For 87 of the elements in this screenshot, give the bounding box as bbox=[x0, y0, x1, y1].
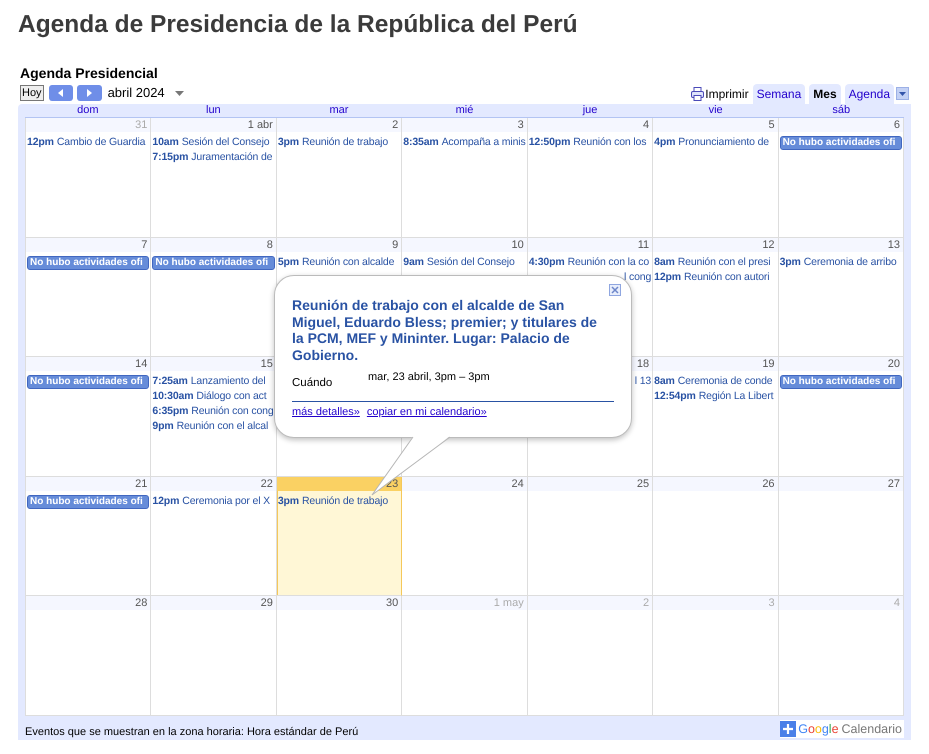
date-number: 10 bbox=[511, 238, 524, 252]
event-entry[interactable]: 9am Sesión del Consejo bbox=[402, 254, 515, 270]
more-details-link[interactable]: más detalles» bbox=[292, 406, 360, 419]
date-number: 25 bbox=[636, 476, 650, 491]
date-number: 30 bbox=[386, 596, 398, 610]
triangle-left-icon bbox=[58, 89, 64, 97]
date-number: 22 bbox=[260, 476, 273, 491]
date-number: 1 abr bbox=[248, 118, 273, 132]
event-entry[interactable]: 3pm Reunión de trabajo bbox=[276, 494, 388, 509]
event-entry[interactable]: 9pm Reunión con el alcal bbox=[151, 419, 268, 434]
view-tab[interactable]: Semana bbox=[752, 84, 806, 104]
weekday-label: jue bbox=[582, 104, 598, 117]
previous-button[interactable] bbox=[48, 85, 73, 101]
event-entry[interactable]: 12:54pm Región La Libert bbox=[653, 389, 774, 404]
weekday-label: dom bbox=[77, 104, 98, 117]
date-number: 2 bbox=[643, 596, 650, 610]
when-label: Cuándo bbox=[292, 377, 332, 389]
date-number: 13 bbox=[888, 238, 900, 252]
event-entry[interactable]: 8am Ceremonia de conde bbox=[653, 374, 772, 390]
date-number: 15 bbox=[260, 357, 273, 372]
date-number: 26 bbox=[762, 476, 775, 491]
date-number: 21 bbox=[135, 476, 148, 491]
date-number: 8 bbox=[266, 238, 273, 252]
date-number: 29 bbox=[260, 596, 273, 610]
date-number: 24 bbox=[511, 476, 524, 491]
google-calendar-badge[interactable]: Google Calendario bbox=[780, 720, 904, 738]
date-number: 28 bbox=[135, 596, 148, 610]
dropdown-caret-icon[interactable] bbox=[174, 90, 184, 96]
date-number: 9 bbox=[392, 238, 398, 252]
weekday-label: vie bbox=[708, 104, 723, 117]
event-entry[interactable]: l cong bbox=[624, 270, 652, 285]
event-entry[interactable]: 7:25am Lanzamiento del bbox=[151, 374, 266, 390]
today-button[interactable]: Hoy bbox=[20, 85, 44, 101]
date-number: 7 bbox=[141, 238, 148, 252]
date-number: 19 bbox=[762, 357, 775, 372]
weekday-label: mar bbox=[329, 104, 348, 117]
event-entry[interactable]: 3pm Reunión de trabajo bbox=[276, 135, 388, 150]
event-entry[interactable]: 12:50pm Reunión con los bbox=[528, 135, 646, 150]
date-number: 2 bbox=[392, 118, 398, 132]
event-entry[interactable]: 4:30pm Reunión con la co bbox=[528, 254, 650, 270]
date-number: 14 bbox=[135, 357, 148, 372]
date-number: 20 bbox=[888, 357, 900, 372]
date-number: 3 bbox=[518, 118, 524, 132]
event-entry[interactable]: l 13 bbox=[634, 374, 652, 390]
printer-icon bbox=[691, 87, 704, 101]
weekday-label: mié bbox=[456, 104, 474, 117]
event-entry[interactable]: 12pm Cambio de Guardia bbox=[26, 135, 146, 150]
view-menu-button[interactable] bbox=[896, 87, 909, 100]
print-link[interactable]: Imprimir bbox=[691, 87, 749, 101]
date-number: 4 bbox=[643, 118, 650, 132]
event-entry[interactable]: 12pm Ceremonia por el X bbox=[151, 494, 270, 509]
date-number: 5 bbox=[768, 118, 775, 132]
date-number: 4 bbox=[894, 596, 900, 610]
event-entry[interactable]: 10am Sesión del Consejo bbox=[151, 135, 270, 150]
date-number: 27 bbox=[888, 476, 900, 491]
date-number: 6 bbox=[894, 118, 900, 132]
date-number: 31 bbox=[135, 118, 148, 132]
event-entry[interactable]: 10:30am Diálogo con act bbox=[151, 389, 267, 404]
timezone-note: Eventos que se muestran en la zona horaria: Hora estándar de Perú bbox=[25, 726, 358, 739]
event-entry[interactable]: 5pm Reunión con alcalde bbox=[276, 254, 394, 270]
date-number: 12 bbox=[762, 238, 775, 252]
plus-icon bbox=[780, 721, 796, 737]
triangle-down-icon bbox=[899, 92, 906, 96]
calendar-title: Agenda Presidencial bbox=[20, 64, 158, 82]
weekday-label: sáb bbox=[832, 104, 850, 117]
event-entry[interactable]: 12pm Reunión con autori bbox=[653, 270, 770, 285]
date-number: 18 bbox=[636, 357, 650, 372]
event-entry[interactable]: 4pm Pronunciamiento de bbox=[653, 135, 769, 150]
weekday-label: lun bbox=[206, 104, 221, 117]
event-entry[interactable]: 6:35pm Reunión con cong bbox=[151, 404, 274, 420]
event-title: Reunión de trabajo con el alcalde de San Miguel, Eduardo Bless; premier; y titulares de la PCM, MEF y Mininter. Lugar: Palacio de Gobierno. bbox=[292, 297, 598, 363]
copy-to-calendar-link[interactable]: copiar en mi calendario» bbox=[366, 406, 487, 419]
event-entry[interactable]: 7:15pm Juramentación de bbox=[151, 150, 272, 165]
event-entry[interactable]: 8am Reunión con el presi bbox=[653, 254, 770, 270]
next-button[interactable] bbox=[76, 85, 102, 101]
event-entry[interactable]: 3pm Ceremonia de arribo bbox=[778, 254, 897, 270]
triangle-right-icon bbox=[86, 89, 92, 97]
event-entry[interactable]: 8:35am Acompaña a minis bbox=[402, 135, 526, 150]
view-tab[interactable]: Mes bbox=[809, 84, 841, 104]
date-number: 3 bbox=[768, 596, 775, 610]
when-value: mar, 23 abril, 3pm – 3pm bbox=[368, 370, 490, 385]
page-title: Agenda de Presidencia de la República del Perú bbox=[18, 11, 578, 39]
close-icon[interactable] bbox=[609, 284, 621, 296]
date-number: 11 bbox=[638, 238, 650, 252]
date-number: 1 may bbox=[494, 596, 524, 610]
month-label: abril 2024 bbox=[108, 85, 165, 101]
view-tab[interactable]: Agenda bbox=[844, 84, 894, 104]
